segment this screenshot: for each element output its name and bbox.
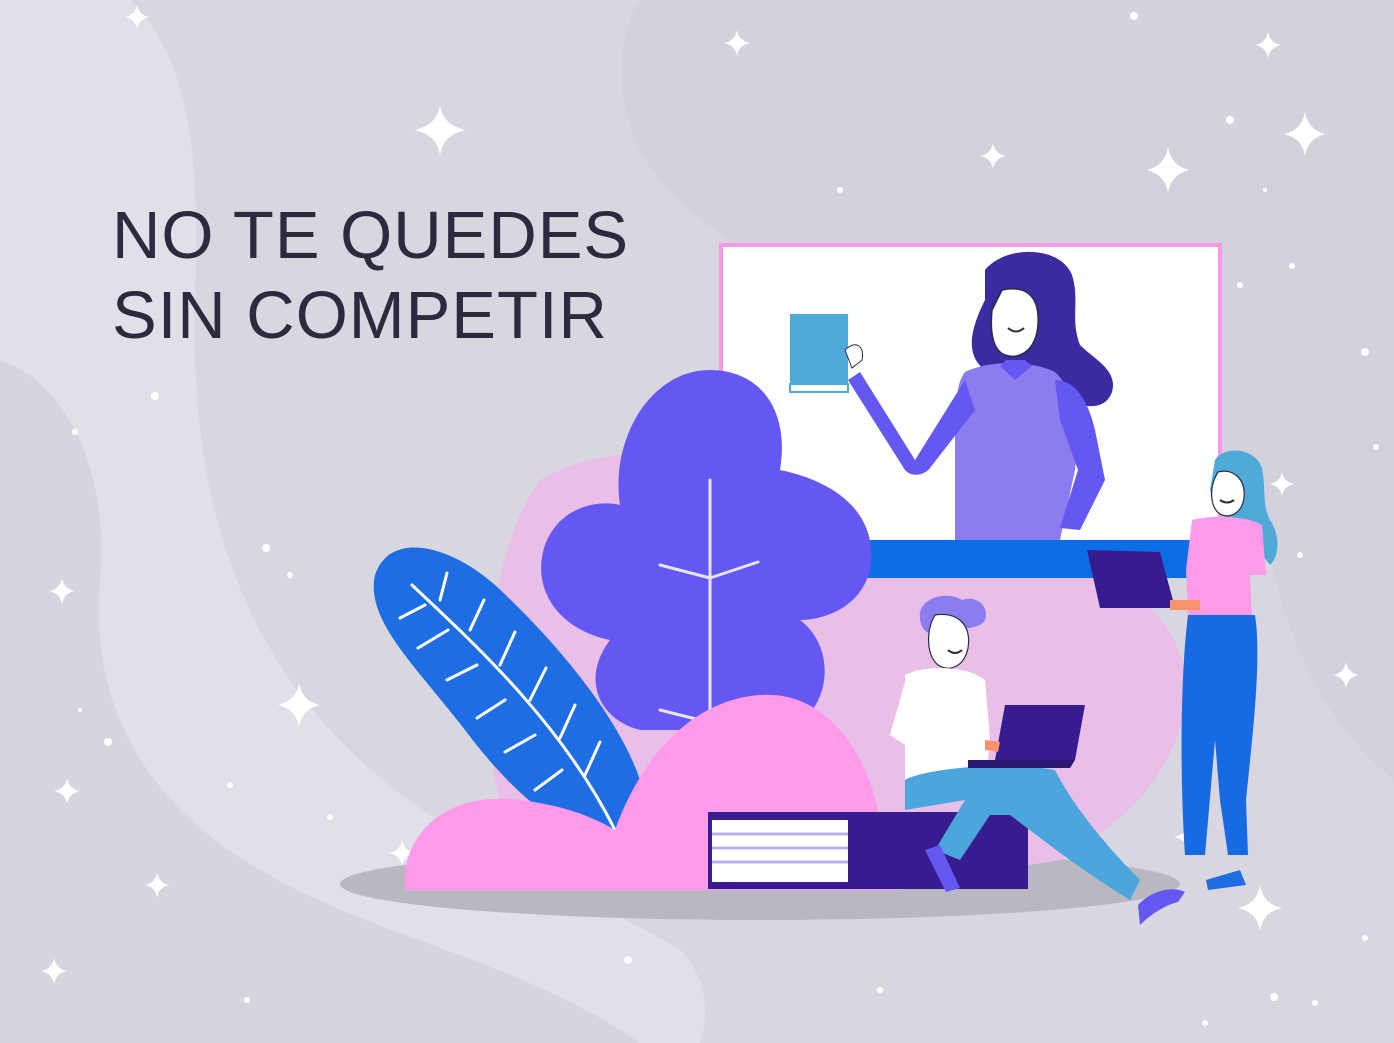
page-title: NO TE QUEDES SIN COMPETIR [112,196,629,356]
poster-canvas: NO TE QUEDES SIN COMPETIR [0,0,1394,1043]
book-pages [712,820,848,882]
man-face [928,613,970,669]
woman-hand [1170,600,1200,610]
woman-face [1211,470,1245,517]
man-laptop-screen [995,705,1085,760]
presenter-book-pages [789,383,849,393]
headline-line-1: NO TE QUEDES [112,198,630,273]
presenter-face [990,288,1039,357]
headline-line-2: SIN COMPETIR [112,278,608,353]
man-laptop-base [968,760,1075,768]
presenter-book [790,314,848,384]
background-illustration [0,0,1394,1043]
man-hand [985,740,1000,752]
